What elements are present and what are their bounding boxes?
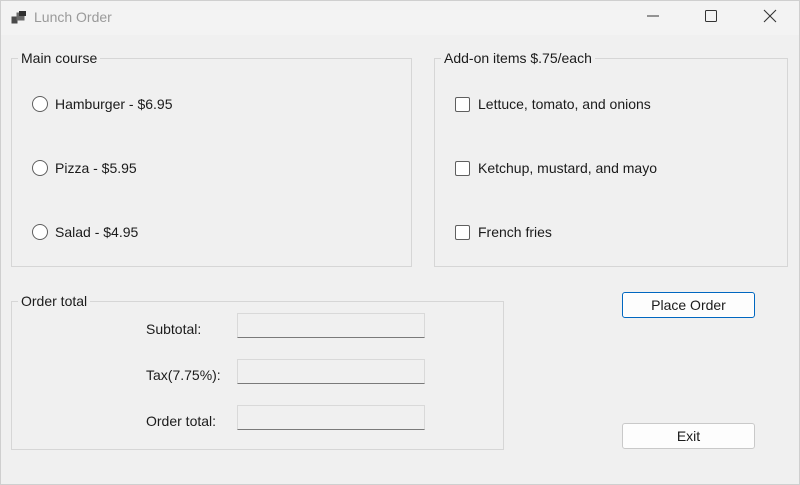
lettuce-tomato-onions-option[interactable]: Lettuce, tomato, and onions <box>455 94 651 114</box>
ketchup-mustard-mayo-label: Ketchup, mustard, and mayo <box>478 160 657 176</box>
close-button[interactable] <box>747 1 793 33</box>
pizza-radio-option[interactable]: Pizza - $5.95 <box>32 158 137 178</box>
ketchup-mustard-mayo-option[interactable]: Ketchup, mustard, and mayo <box>455 158 657 178</box>
subtotal-label: Subtotal: <box>146 321 202 337</box>
add-on-items-caption: Add-on items $.75/each <box>441 50 595 66</box>
french-fries-option[interactable]: French fries <box>455 222 552 242</box>
order-total-group: Order total Subtotal: Tax(7.75%): Order … <box>11 293 504 450</box>
minimize-button[interactable] <box>630 1 676 33</box>
main-course-caption: Main course <box>18 50 101 66</box>
hamburger-label: Hamburger - $6.95 <box>55 96 173 112</box>
pizza-radio[interactable] <box>32 160 48 176</box>
lettuce-tomato-onions-checkbox[interactable] <box>455 96 470 112</box>
tax-textbox[interactable] <box>237 359 425 384</box>
app-window-icon <box>11 10 27 26</box>
ketchup-mustard-mayo-checkbox[interactable] <box>455 160 470 176</box>
order-total-label: Order total: <box>146 413 217 429</box>
lettuce-tomato-onions-label: Lettuce, tomato, and onions <box>478 96 651 112</box>
main-course-group: Main course Hamburger - $6.95 Pizza - $5… <box>11 50 412 267</box>
exit-button[interactable]: Exit <box>622 423 755 449</box>
french-fries-label: French fries <box>478 224 552 240</box>
subtotal-textbox[interactable] <box>237 313 425 338</box>
order-total-caption: Order total <box>18 293 91 309</box>
pizza-label: Pizza - $5.95 <box>55 160 137 176</box>
add-on-items-group: Add-on items $.75/each Lettuce, tomato, … <box>434 50 788 267</box>
salad-radio-option[interactable]: Salad - $4.95 <box>32 222 138 242</box>
close-icon <box>763 9 777 26</box>
maximize-icon <box>705 9 717 25</box>
order-total-textbox[interactable] <box>237 405 425 430</box>
french-fries-checkbox[interactable] <box>455 224 470 240</box>
maximize-button[interactable] <box>688 1 734 33</box>
title-bar[interactable]: Lunch Order <box>1 1 799 35</box>
lunch-order-window: Lunch Order Main course Hamburger - $6.9… <box>0 0 800 485</box>
hamburger-radio-option[interactable]: Hamburger - $6.95 <box>32 94 173 114</box>
window-title: Lunch Order <box>34 9 112 25</box>
salad-radio[interactable] <box>32 224 48 240</box>
minimize-icon <box>647 9 659 25</box>
tax-label: Tax(7.75%): <box>146 367 221 383</box>
salad-label: Salad - $4.95 <box>55 224 139 240</box>
hamburger-radio[interactable] <box>32 96 48 112</box>
place-order-button[interactable]: Place Order <box>622 292 755 318</box>
